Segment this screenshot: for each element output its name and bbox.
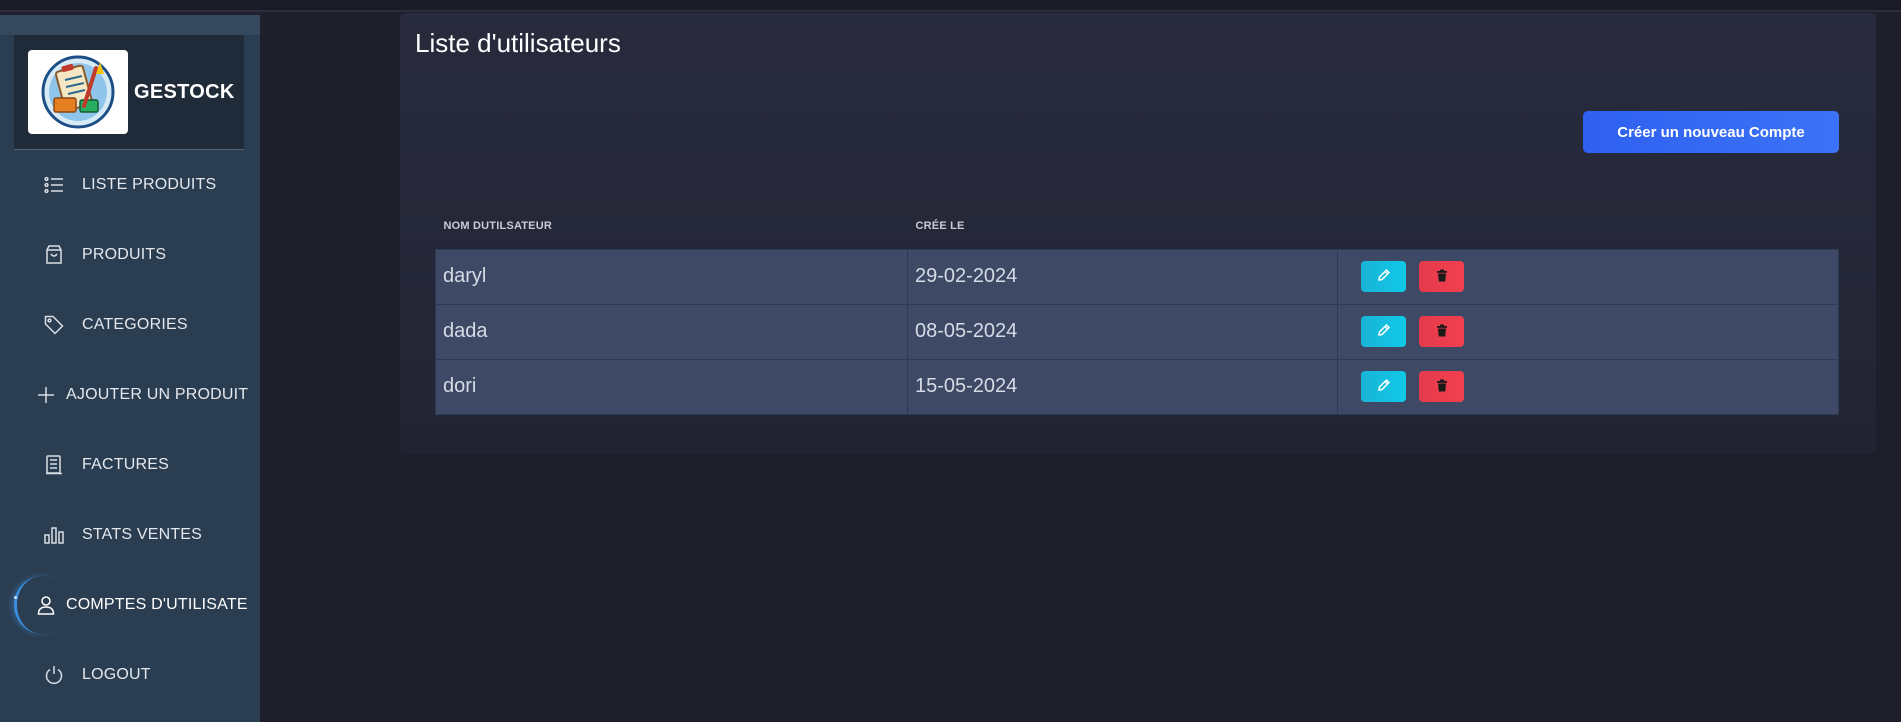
users-table: NOM DUTILSATEUR CRÉE LE daryl 29-02-2024 [435, 203, 1839, 415]
sidebar-item-liste-produits[interactable]: LISTE PRODUITS [0, 150, 260, 220]
sidebar-item-label: AJOUTER UN PRODUIT [66, 386, 249, 403]
sidebar-item-label: STATS VENTES [82, 526, 203, 543]
column-header-username: NOM DUTILSATEUR [443, 219, 553, 232]
table-header-row: NOM DUTILSATEUR CRÉE LE [436, 203, 1839, 249]
active-indicator [14, 576, 70, 634]
cell-actions [1337, 248, 1839, 305]
column-header-created: CRÉE LE [915, 219, 965, 232]
column-header-actions [1338, 203, 1839, 249]
sidebar-item-stats-ventes[interactable]: STATS VENTES [0, 500, 260, 570]
sidebar-item-factures[interactable]: FACTURES [0, 430, 260, 500]
sidebar-item-label: FACTURES [82, 456, 169, 473]
table-row: dada 08-05-2024 [435, 303, 1839, 360]
tag-icon [44, 315, 64, 335]
plus-icon [36, 385, 56, 405]
pencil-icon [1377, 378, 1391, 395]
create-account-button[interactable]: Créer un nouveau Compte [1583, 111, 1839, 153]
sidebar-item-label: CATEGORIES [82, 316, 188, 333]
list-icon [44, 175, 64, 195]
cell-username: daryl [435, 248, 908, 305]
edit-button[interactable] [1361, 316, 1406, 347]
app-logo [28, 50, 128, 134]
cell-created: 08-05-2024 [907, 303, 1338, 360]
edit-button[interactable] [1361, 371, 1406, 402]
cell-username: dada [435, 303, 908, 360]
brand[interactable]: GESTOCK [14, 35, 244, 150]
trash-icon [1436, 269, 1448, 285]
sidebar-top-strip [0, 15, 260, 35]
bar-chart-icon [44, 525, 64, 545]
users-card: Liste d'utilisateurs Créer un nouveau Co… [400, 13, 1876, 453]
trash-icon [1436, 324, 1448, 340]
cell-created: 15-05-2024 [907, 358, 1338, 415]
trash-icon [1436, 379, 1448, 395]
sidebar-item-produits[interactable]: PRODUITS [0, 220, 260, 290]
pencil-icon [1377, 268, 1391, 285]
app-name: GESTOCK [134, 80, 235, 103]
sidebar-item-ajouter-produit[interactable]: AJOUTER UN PRODUIT [0, 360, 260, 430]
table-row: daryl 29-02-2024 [435, 248, 1839, 305]
pencil-icon [1377, 323, 1391, 340]
shopping-bag-icon [44, 245, 64, 265]
top-bar [0, 0, 1901, 12]
sidebar-item-label: PRODUITS [82, 246, 167, 263]
sidebar-item-label: LOGOUT [82, 666, 151, 683]
power-icon [44, 665, 64, 685]
cell-actions [1337, 303, 1839, 360]
sidebar-item-categories[interactable]: CATEGORIES [0, 290, 260, 360]
delete-button[interactable] [1419, 261, 1464, 292]
table-row: dori 15-05-2024 [435, 358, 1839, 415]
sidebar-item-label: LISTE PRODUITS [82, 176, 217, 193]
cell-created: 29-02-2024 [907, 248, 1338, 305]
delete-button[interactable] [1419, 316, 1464, 347]
sidebar: GESTOCK LISTE PRODUITS PRODUITS CATEGORI… [0, 15, 260, 722]
page-title: Liste d'utilisateurs [415, 28, 621, 58]
sidebar-nav: LISTE PRODUITS PRODUITS CATEGORIES AJOUT… [0, 150, 260, 710]
sidebar-item-logout[interactable]: LOGOUT [0, 640, 260, 710]
cell-actions [1337, 358, 1839, 415]
delete-button[interactable] [1419, 371, 1464, 402]
receipt-icon [44, 455, 64, 475]
sidebar-item-comptes-utilisateurs[interactable]: COMPTES D'UTILISATE [0, 570, 260, 640]
cell-username: dori [435, 358, 908, 415]
edit-button[interactable] [1361, 261, 1406, 292]
sidebar-item-label: COMPTES D'UTILISATE [66, 596, 248, 613]
